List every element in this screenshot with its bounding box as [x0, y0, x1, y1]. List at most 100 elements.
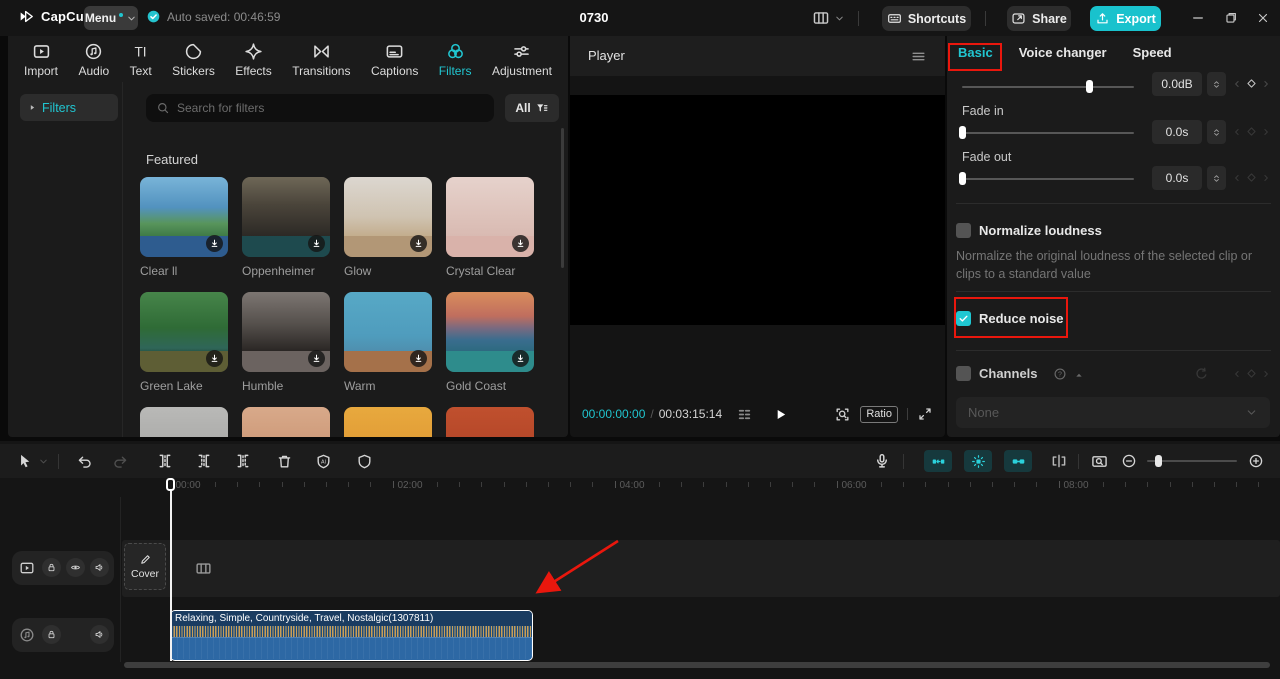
player-menu-icon[interactable] [910, 48, 927, 65]
fade-out-stepper[interactable] [1207, 166, 1226, 190]
keyframe-next-icon[interactable] [1261, 79, 1271, 89]
tab-audio[interactable]: Audio [78, 42, 109, 78]
share-button[interactable]: Share [1007, 6, 1071, 31]
fade-in-stepper[interactable] [1207, 120, 1226, 144]
fullscreen-icon[interactable] [917, 406, 933, 422]
filter-thumbnail[interactable] [446, 177, 534, 257]
tab-text[interactable]: TI Text [130, 42, 152, 78]
inspector-tab-basic[interactable]: Basic [958, 45, 993, 60]
video-track[interactable] [122, 540, 1280, 597]
search-box[interactable] [146, 94, 494, 122]
ratio-button[interactable]: Ratio [860, 405, 898, 423]
slider-thumb[interactable] [959, 172, 966, 185]
delete-left-button[interactable] [195, 452, 213, 470]
filter-card[interactable]: Glow [344, 177, 432, 278]
record-voiceover-button[interactable] [873, 452, 891, 470]
menu-button[interactable]: Menu [84, 6, 138, 30]
tab-transitions[interactable]: Transitions [292, 42, 350, 78]
tab-import[interactable]: Import [24, 42, 58, 78]
layout-chevron-down-icon[interactable] [834, 13, 845, 24]
audio-clip[interactable]: Relaxing, Simple, Countryside, Travel, N… [170, 610, 533, 661]
minimize-button[interactable] [1191, 11, 1205, 25]
auto-snap-toggle[interactable] [964, 450, 992, 472]
filter-thumbnail[interactable] [140, 292, 228, 372]
tab-effects[interactable]: Effects [235, 42, 272, 78]
filter-thumbnail[interactable] [446, 292, 534, 372]
shortcuts-button[interactable]: Shortcuts [882, 6, 971, 31]
audio-track-lock-button[interactable] [42, 625, 61, 644]
filter-thumbnail[interactable] [344, 407, 432, 437]
download-badge[interactable] [308, 235, 325, 252]
filter-card[interactable] [344, 407, 432, 437]
undo-button[interactable] [76, 453, 93, 470]
filter-card[interactable]: Humble [242, 292, 330, 393]
inspector-tab-speed[interactable]: Speed [1133, 45, 1172, 60]
tab-stickers[interactable]: Stickers [172, 42, 215, 78]
split-button[interactable] [156, 452, 174, 470]
vertical-scrollbar[interactable] [561, 128, 564, 268]
fade-in-slider[interactable] [959, 126, 1134, 139]
keyframe-diamond-icon[interactable] [1245, 77, 1258, 90]
layout-icon[interactable] [812, 9, 830, 27]
tab-captions[interactable]: Captions [371, 42, 418, 78]
download-badge[interactable] [206, 235, 223, 252]
download-badge[interactable] [512, 235, 529, 252]
video-track-visibility-button[interactable] [66, 558, 85, 577]
tab-adjustment[interactable]: Adjustment [492, 42, 552, 78]
slider-thumb[interactable] [1086, 80, 1094, 93]
fade-out-slider[interactable] [959, 172, 1134, 185]
video-preview[interactable] [570, 95, 945, 325]
filter-all-button[interactable]: All [505, 94, 559, 122]
playhead-handle[interactable] [166, 478, 175, 491]
filter-thumbnail[interactable] [344, 177, 432, 257]
download-badge[interactable] [512, 350, 529, 367]
help-icon[interactable]: ? [1053, 367, 1067, 381]
close-button[interactable] [1256, 11, 1270, 25]
magnetic-snap-toggle[interactable] [924, 450, 952, 472]
download-badge[interactable] [410, 350, 427, 367]
volume-stepper[interactable] [1207, 72, 1226, 96]
timeline-zoom-out-button[interactable] [1121, 453, 1137, 469]
collapse-caret-icon[interactable] [1073, 369, 1085, 381]
fade-out-value[interactable]: 0.0s [1152, 166, 1202, 190]
maximize-button[interactable] [1224, 11, 1238, 25]
video-track-lock-button[interactable] [42, 558, 61, 577]
redo-button[interactable] [112, 453, 129, 470]
filter-card[interactable]: Clear ll [140, 177, 228, 278]
export-button[interactable]: Export [1090, 6, 1161, 31]
volume-slider[interactable] [962, 80, 1134, 93]
search-input[interactable] [177, 101, 457, 115]
timeline-zoom-in-button[interactable] [1248, 453, 1264, 469]
filter-thumbnail[interactable] [242, 177, 330, 257]
volume-value[interactable]: 0.0dB [1152, 72, 1202, 96]
download-badge[interactable] [308, 350, 325, 367]
select-tool[interactable] [16, 452, 34, 470]
normalize-loudness-checkbox[interactable] [956, 223, 971, 238]
slider-thumb[interactable] [959, 126, 966, 139]
filter-card[interactable]: Crystal Clear [446, 177, 534, 278]
video-track-mute-button[interactable] [90, 558, 109, 577]
filter-card[interactable] [140, 407, 228, 437]
smart-tool-button[interactable]: AI [315, 453, 332, 470]
download-badge[interactable] [206, 350, 223, 367]
link-clips-toggle[interactable] [1004, 450, 1032, 472]
reduce-noise-checkbox[interactable] [956, 311, 971, 326]
horizontal-scrollbar[interactable] [124, 662, 1270, 668]
filter-card[interactable]: Oppenheimer [242, 177, 330, 278]
filter-card[interactable]: Gold Coast [446, 292, 534, 393]
download-badge[interactable] [410, 235, 427, 252]
filter-thumbnail[interactable] [242, 292, 330, 372]
filter-card[interactable] [242, 407, 330, 437]
tab-filters[interactable]: Filters [439, 42, 471, 78]
select-tool-dropdown[interactable] [38, 456, 49, 467]
sidebar-item-filters[interactable]: Filters [20, 94, 118, 121]
filter-thumbnail[interactable] [446, 407, 534, 437]
preview-zoom-icon[interactable] [834, 406, 851, 423]
delete-button[interactable] [276, 453, 293, 470]
mask-button[interactable] [356, 453, 373, 470]
filter-thumbnail[interactable] [140, 407, 228, 437]
filter-card[interactable] [446, 407, 534, 437]
filter-thumbnail[interactable] [344, 292, 432, 372]
timeline-ruler[interactable]: 00:00 02:00 04:00 06:00 08:00 [0, 478, 1280, 497]
channels-checkbox[interactable] [956, 366, 971, 381]
